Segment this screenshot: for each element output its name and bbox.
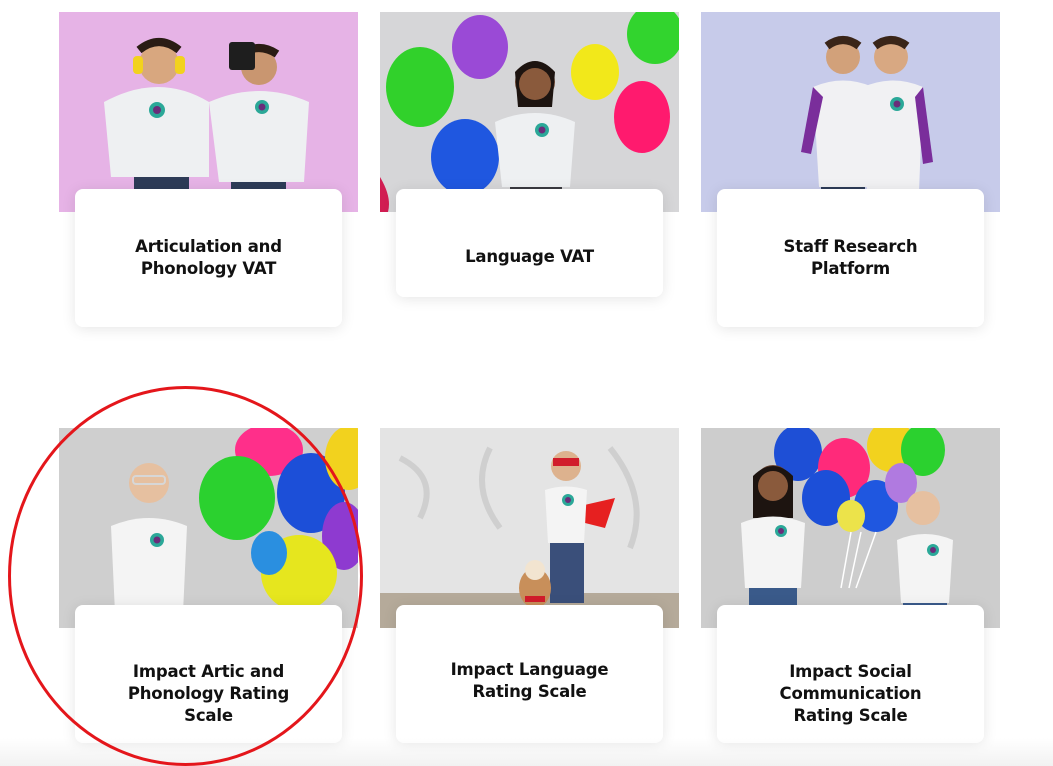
boy-balloons-image <box>59 428 358 628</box>
card-title[interactable]: Articulation and Phonology VAT <box>135 236 282 280</box>
boys-whisper-image <box>701 12 1000 212</box>
card-label[interactable]: Impact Language Rating Scale <box>396 605 663 743</box>
card-title[interactable]: Language VAT <box>465 246 594 268</box>
card-title[interactable]: Impact Artic and Phonology Rating Scale <box>128 661 290 727</box>
bottom-fade <box>0 738 1053 766</box>
card-title[interactable]: Staff Research Platform <box>784 236 918 280</box>
card-label[interactable]: Impact Artic and Phonology Rating Scale <box>75 605 342 743</box>
boy-cape-dog-image <box>380 428 679 628</box>
card-title[interactable]: Impact Language Rating Scale <box>451 659 609 703</box>
kids-headphones-camera-image <box>59 12 358 212</box>
card-title[interactable]: Impact Social Communication Rating Scale <box>780 661 922 727</box>
card-label[interactable]: Articulation and Phonology VAT <box>75 189 342 327</box>
girl-balloons-image <box>380 12 679 212</box>
card-label[interactable]: Impact Social Communication Rating Scale <box>717 605 984 743</box>
card-label[interactable]: Language VAT <box>396 189 663 297</box>
card-label[interactable]: Staff Research Platform <box>717 189 984 327</box>
kids-balloons-image <box>701 428 1000 628</box>
